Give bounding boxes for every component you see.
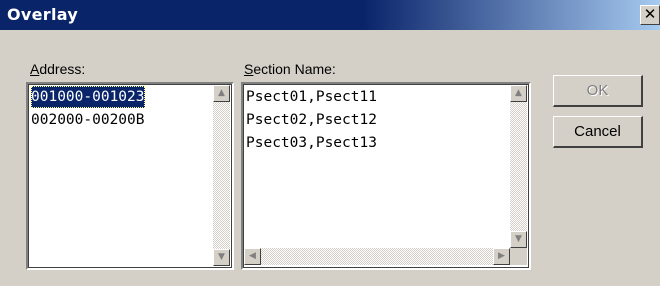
section-name-label: Section Name:	[244, 61, 336, 77]
arrow-right-icon: ▶	[498, 251, 505, 261]
section-horizontal-scrollbar[interactable]: ◀ ▶	[244, 248, 510, 265]
cancel-button[interactable]: Cancel	[553, 116, 643, 148]
list-item[interactable]: Psect02,Psect12	[246, 109, 377, 131]
list-item[interactable]: Psect01,Psect11	[246, 86, 377, 108]
title-bar[interactable]: Overlay ✕	[0, 0, 660, 30]
ok-button[interactable]: OK	[553, 75, 643, 107]
arrow-down-icon: ▼	[515, 234, 522, 244]
address-listbox[interactable]: 001000-001023 002000-00200B ▲ ▼	[26, 82, 234, 270]
window-title: Overlay	[7, 5, 79, 24]
scroll-right-button[interactable]: ▶	[493, 248, 510, 265]
close-icon: ✕	[643, 5, 657, 23]
list-item[interactable]: 001000-001023	[31, 86, 145, 108]
scroll-up-button[interactable]: ▲	[510, 85, 527, 102]
scroll-down-button[interactable]: ▼	[510, 231, 527, 248]
section-name-listbox[interactable]: Psect01,Psect11 Psect02,Psect12 Psect03,…	[241, 82, 531, 270]
scroll-up-button[interactable]: ▲	[213, 85, 230, 102]
list-item[interactable]: 002000-00200B	[31, 109, 145, 131]
list-item[interactable]: Psect03,Psect13	[246, 132, 377, 154]
address-vertical-scrollbar[interactable]: ▲ ▼	[213, 85, 230, 266]
scrollbar-corner	[510, 248, 527, 265]
scroll-left-button[interactable]: ◀	[244, 248, 261, 265]
close-button[interactable]: ✕	[640, 5, 660, 25]
scroll-down-button[interactable]: ▼	[213, 249, 230, 266]
arrow-up-icon: ▲	[515, 88, 522, 98]
arrow-left-icon: ◀	[249, 251, 256, 261]
section-vertical-scrollbar[interactable]: ▲ ▼	[510, 85, 527, 248]
arrow-down-icon: ▼	[218, 252, 225, 262]
overlay-dialog: Overlay ✕ Address: 001000-001023 002000-…	[0, 0, 660, 286]
address-label: Address:	[30, 61, 86, 77]
arrow-up-icon: ▲	[218, 88, 225, 98]
